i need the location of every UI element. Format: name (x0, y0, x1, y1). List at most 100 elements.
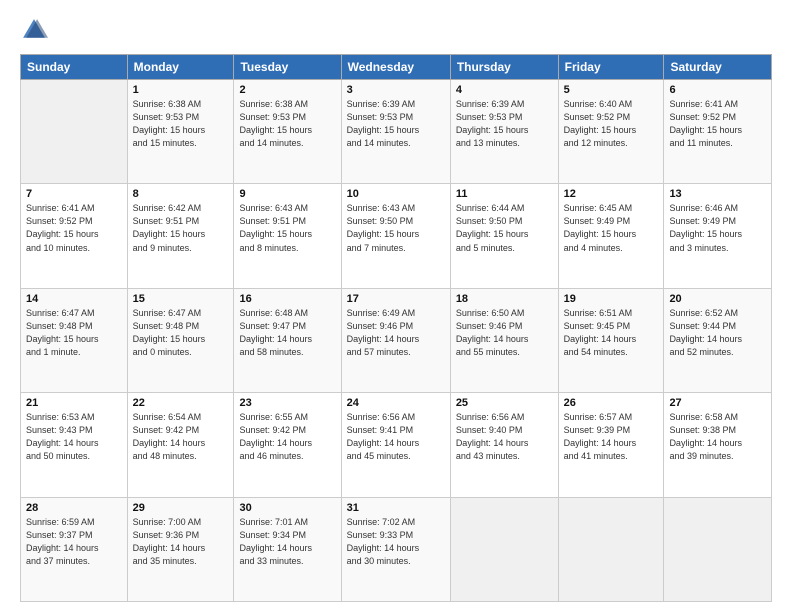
day-detail: Sunrise: 6:43 AMSunset: 9:50 PMDaylight:… (347, 202, 445, 254)
day-detail: Sunrise: 6:52 AMSunset: 9:44 PMDaylight:… (669, 307, 766, 359)
day-detail: Sunrise: 7:02 AMSunset: 9:33 PMDaylight:… (347, 516, 445, 568)
day-number: 18 (456, 293, 553, 305)
col-header-wednesday: Wednesday (341, 55, 450, 80)
day-number: 5 (564, 84, 659, 96)
day-cell: 13 Sunrise: 6:46 AMSunset: 9:49 PMDayligh… (664, 184, 772, 288)
day-number: 9 (239, 188, 335, 200)
week-row-1: 7 Sunrise: 6:41 AMSunset: 9:52 PMDaylight… (21, 184, 772, 288)
day-cell: 3 Sunrise: 6:39 AMSunset: 9:53 PMDaylight… (341, 80, 450, 184)
col-header-monday: Monday (127, 55, 234, 80)
day-cell (450, 497, 558, 601)
day-cell: 2 Sunrise: 6:38 AMSunset: 9:53 PMDaylight… (234, 80, 341, 184)
day-detail: Sunrise: 7:01 AMSunset: 9:34 PMDaylight:… (239, 516, 335, 568)
header-row: SundayMondayTuesdayWednesdayThursdayFrid… (21, 55, 772, 80)
day-cell: 11Sunrise: 6:44 AMSunset: 9:50 PMDayligh… (450, 184, 558, 288)
day-detail: Sunrise: 6:39 AMSunset: 9:53 PMDaylight:… (456, 98, 553, 150)
week-row-0: 1 Sunrise: 6:38 AMSunset: 9:53 PMDaylight… (21, 80, 772, 184)
page: SundayMondayTuesdayWednesdayThursdayFrid… (0, 0, 792, 612)
day-number: 25 (456, 397, 553, 409)
day-cell: 31 Sunrise: 7:02 AMSunset: 9:33 PMDayligh… (341, 497, 450, 601)
day-detail: Sunrise: 6:58 AMSunset: 9:38 PMDaylight:… (669, 411, 766, 463)
day-cell: 9 Sunrise: 6:43 AMSunset: 9:51 PMDaylight… (234, 184, 341, 288)
day-detail: Sunrise: 7:00 AMSunset: 9:36 PMDaylight:… (133, 516, 229, 568)
logo (20, 16, 52, 44)
day-number: 6 (669, 84, 766, 96)
day-number: 17 (347, 293, 445, 305)
day-detail: Sunrise: 6:46 AMSunset: 9:49 PMDaylight:… (669, 202, 766, 254)
day-cell: 29 Sunrise: 7:00 AMSunset: 9:36 PMDayligh… (127, 497, 234, 601)
day-number: 22 (133, 397, 229, 409)
day-cell: 14 Sunrise: 6:47 AMSunset: 9:48 PMDayligh… (21, 288, 128, 392)
day-cell: 16 Sunrise: 6:48 AMSunset: 9:47 PMDayligh… (234, 288, 341, 392)
day-cell: 5Sunrise: 6:40 AMSunset: 9:52 PMDaylight… (558, 80, 664, 184)
day-number: 27 (669, 397, 766, 409)
day-number: 24 (347, 397, 445, 409)
day-detail: Sunrise: 6:38 AMSunset: 9:53 PMDaylight:… (239, 98, 335, 150)
week-row-3: 21 Sunrise: 6:53 AMSunset: 9:43 PMDayligh… (21, 393, 772, 497)
day-number: 16 (239, 293, 335, 305)
day-cell: 21 Sunrise: 6:53 AMSunset: 9:43 PMDayligh… (21, 393, 128, 497)
day-detail: Sunrise: 6:54 AMSunset: 9:42 PMDaylight:… (133, 411, 229, 463)
day-detail: Sunrise: 6:59 AMSunset: 9:37 PMDaylight:… (26, 516, 122, 568)
day-detail: Sunrise: 6:39 AMSunset: 9:53 PMDaylight:… (347, 98, 445, 150)
day-detail: Sunrise: 6:42 AMSunset: 9:51 PMDaylight:… (133, 202, 229, 254)
day-cell (664, 497, 772, 601)
day-number: 10 (347, 188, 445, 200)
day-detail: Sunrise: 6:57 AMSunset: 9:39 PMDaylight:… (564, 411, 659, 463)
day-cell: 19 Sunrise: 6:51 AMSunset: 9:45 PMDayligh… (558, 288, 664, 392)
day-cell: 7 Sunrise: 6:41 AMSunset: 9:52 PMDaylight… (21, 184, 128, 288)
day-detail: Sunrise: 6:41 AMSunset: 9:52 PMDaylight:… (26, 202, 122, 254)
day-number: 4 (456, 84, 553, 96)
day-number: 28 (26, 502, 122, 514)
col-header-saturday: Saturday (664, 55, 772, 80)
day-number: 19 (564, 293, 659, 305)
day-cell: 4 Sunrise: 6:39 AMSunset: 9:53 PMDaylight… (450, 80, 558, 184)
col-header-friday: Friday (558, 55, 664, 80)
day-number: 31 (347, 502, 445, 514)
day-cell: 8 Sunrise: 6:42 AMSunset: 9:51 PMDaylight… (127, 184, 234, 288)
col-header-tuesday: Tuesday (234, 55, 341, 80)
day-detail: Sunrise: 6:49 AMSunset: 9:46 PMDaylight:… (347, 307, 445, 359)
day-detail: Sunrise: 6:47 AMSunset: 9:48 PMDaylight:… (26, 307, 122, 359)
day-number: 14 (26, 293, 122, 305)
day-cell: 10 Sunrise: 6:43 AMSunset: 9:50 PMDayligh… (341, 184, 450, 288)
header (20, 16, 772, 44)
day-cell: 17 Sunrise: 6:49 AMSunset: 9:46 PMDayligh… (341, 288, 450, 392)
day-number: 3 (347, 84, 445, 96)
day-cell: 1 Sunrise: 6:38 AMSunset: 9:53 PMDaylight… (127, 80, 234, 184)
day-detail: Sunrise: 6:56 AMSunset: 9:41 PMDaylight:… (347, 411, 445, 463)
day-number: 1 (133, 84, 229, 96)
day-detail: Sunrise: 6:53 AMSunset: 9:43 PMDaylight:… (26, 411, 122, 463)
day-detail: Sunrise: 6:45 AMSunset: 9:49 PMDaylight:… (564, 202, 659, 254)
day-detail: Sunrise: 6:43 AMSunset: 9:51 PMDaylight:… (239, 202, 335, 254)
day-cell: 26 Sunrise: 6:57 AMSunset: 9:39 PMDayligh… (558, 393, 664, 497)
day-cell: 24 Sunrise: 6:56 AMSunset: 9:41 PMDayligh… (341, 393, 450, 497)
day-cell: 27 Sunrise: 6:58 AMSunset: 9:38 PMDayligh… (664, 393, 772, 497)
day-cell (558, 497, 664, 601)
week-row-4: 28 Sunrise: 6:59 AMSunset: 9:37 PMDayligh… (21, 497, 772, 601)
day-number: 29 (133, 502, 229, 514)
day-cell: 30 Sunrise: 7:01 AMSunset: 9:34 PMDayligh… (234, 497, 341, 601)
day-number: 13 (669, 188, 766, 200)
day-number: 26 (564, 397, 659, 409)
day-number: 21 (26, 397, 122, 409)
col-header-thursday: Thursday (450, 55, 558, 80)
day-cell: 23Sunrise: 6:55 AMSunset: 9:42 PMDayligh… (234, 393, 341, 497)
day-number: 12 (564, 188, 659, 200)
day-detail: Sunrise: 6:56 AMSunset: 9:40 PMDaylight:… (456, 411, 553, 463)
day-cell: 6Sunrise: 6:41 AMSunset: 9:52 PMDaylight… (664, 80, 772, 184)
col-header-sunday: Sunday (21, 55, 128, 80)
day-detail: Sunrise: 6:48 AMSunset: 9:47 PMDaylight:… (239, 307, 335, 359)
day-number: 30 (239, 502, 335, 514)
day-number: 7 (26, 188, 122, 200)
day-cell (21, 80, 128, 184)
day-cell: 12 Sunrise: 6:45 AMSunset: 9:49 PMDayligh… (558, 184, 664, 288)
day-detail: Sunrise: 6:47 AMSunset: 9:48 PMDaylight:… (133, 307, 229, 359)
day-number: 15 (133, 293, 229, 305)
day-detail: Sunrise: 6:51 AMSunset: 9:45 PMDaylight:… (564, 307, 659, 359)
day-detail: Sunrise: 6:38 AMSunset: 9:53 PMDaylight:… (133, 98, 229, 150)
day-number: 8 (133, 188, 229, 200)
day-cell: 25 Sunrise: 6:56 AMSunset: 9:40 PMDayligh… (450, 393, 558, 497)
day-number: 2 (239, 84, 335, 96)
day-cell: 22 Sunrise: 6:54 AMSunset: 9:42 PMDayligh… (127, 393, 234, 497)
